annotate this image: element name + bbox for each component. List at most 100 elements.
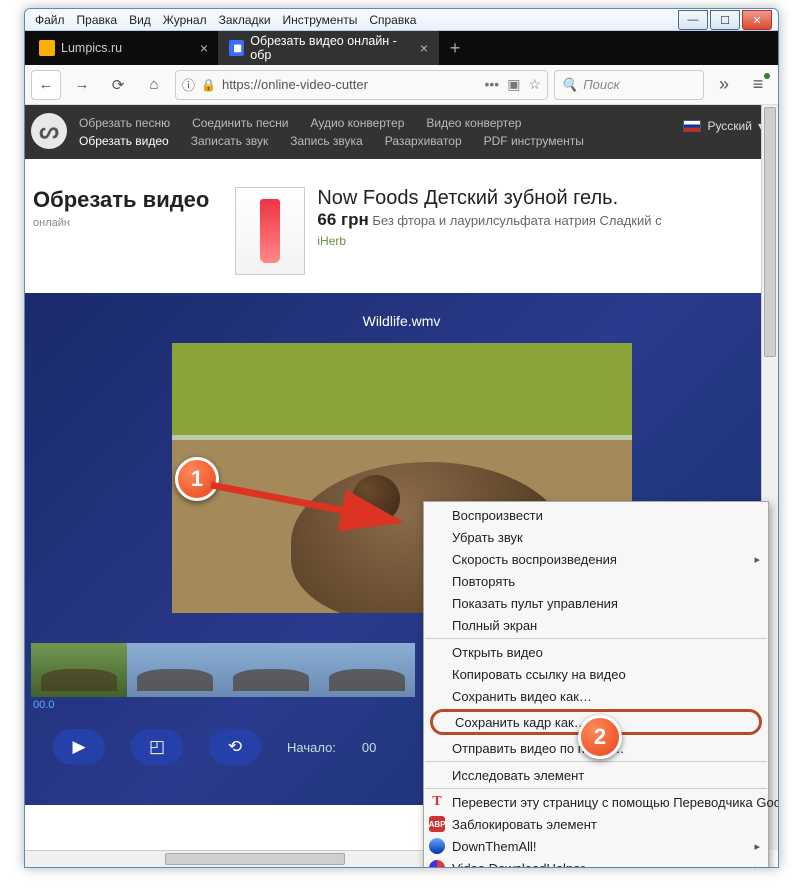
timeline-thumb[interactable] [127,643,223,697]
page-title-text: Обрезать видео [33,187,209,213]
nav-record-sound[interactable]: Записать звук [191,134,268,148]
nav-video-converter[interactable]: Видео конвертер [426,116,521,130]
ctx-separator [425,788,767,789]
video-filename: Wildlife.wmv [25,313,778,329]
ctx-downthemall[interactable]: DownThemAll! [424,835,768,857]
ad-brand: iHerb [317,234,661,248]
reload-button[interactable]: ⟳ [103,70,133,100]
ad-image [235,187,305,275]
site-info-icon[interactable]: ⓘ [182,75,195,94]
abp-icon: ABP [429,816,445,832]
tab-video-cutter[interactable]: Обрезать видео онлайн - обр × [219,31,439,65]
more-icon[interactable]: ••• [484,76,499,93]
language-label: Русский [707,119,752,133]
ad-price: 66 грн [317,210,368,229]
play-button[interactable]: ▶ [53,729,105,765]
ad-title: Now Foods Детский зубной гель. [317,187,661,210]
nav-cut-video[interactable]: Обрезать видео [79,134,169,148]
maximize-button[interactable]: ☐ [710,10,740,30]
favicon-icon [39,40,55,56]
reader-icon[interactable]: ▣ [507,76,520,93]
back-button[interactable]: ← [31,70,61,100]
forward-button[interactable]: → [67,70,97,100]
language-selector[interactable]: Русский ▾ [683,119,764,133]
toolbar: ← → ⟳ ⌂ ⓘ 🔒 https://online-video-cutter … [25,65,778,105]
viewport: ᔕ Обрезать песню Соединить песни Аудио к… [25,105,778,867]
nav-pdf-tools[interactable]: PDF инструменты [484,134,584,148]
nav-join-songs[interactable]: Соединить песни [192,116,288,130]
scroll-thumb[interactable] [165,853,345,865]
tab-strip: Lumpics.ru × Обрезать видео онлайн - обр… [25,31,778,65]
close-icon[interactable]: × [200,40,208,56]
menu-tools[interactable]: Инструменты [277,11,364,29]
minimize-button[interactable]: — [678,10,708,30]
close-icon[interactable]: × [420,40,428,56]
context-menu: Воспроизвести Убрать звук Скорость воспр… [423,501,769,867]
ctx-show-controls[interactable]: Показать пульт управления [424,592,768,614]
start-time-label: Начало: [287,740,336,755]
tab-lumpics[interactable]: Lumpics.ru × [29,31,219,65]
menu-view[interactable]: Вид [123,11,157,29]
page-header: Обрезать видео онлайн Now Foods Детский … [25,159,778,293]
nav-cut-song[interactable]: Обрезать песню [79,116,170,130]
nav-audio-converter[interactable]: Аудио конвертер [310,116,404,130]
browser-window: — ☐ ✕ Файл Правка Вид Журнал Закладки Ин… [24,8,779,868]
annotation-badge-1: 1 [175,457,219,501]
ctx-separator [425,761,767,762]
ctx-mute[interactable]: Убрать звук [424,526,768,548]
hamburger-menu-button[interactable]: ≡ [744,71,772,99]
site-nav: ᔕ Обрезать песню Соединить песни Аудио к… [25,105,778,159]
ctx-save-video-as[interactable]: Сохранить видео как… [424,685,768,707]
search-icon: 🔍 [561,77,577,93]
timeline-thumb[interactable] [223,643,319,697]
ctx-play[interactable]: Воспроизвести [424,504,768,526]
timeline-thumb[interactable] [31,643,127,697]
ctx-fullscreen[interactable]: Полный экран [424,614,768,636]
translate-icon: T [429,794,445,810]
scroll-thumb[interactable] [764,107,776,357]
ctx-copy-link[interactable]: Копировать ссылку на видео [424,663,768,685]
ctx-separator [425,638,767,639]
vdh-icon [429,860,445,867]
nav-sound-recording[interactable]: Запись звука [290,134,363,148]
menu-help[interactable]: Справка [363,11,422,29]
favicon-icon [229,40,244,56]
menu-file[interactable]: Файл [29,11,71,29]
ctx-speed[interactable]: Скорость воспроизведения [424,548,768,570]
ctx-repeat[interactable]: Повторять [424,570,768,592]
ad-banner[interactable]: Now Foods Детский зубной гель. 66 грн Бе… [235,187,661,275]
window-controls: — ☐ ✕ [678,10,772,30]
page-title: Обрезать видео онлайн [33,187,209,231]
crop-button[interactable]: ◰ [131,729,183,765]
menubar: Файл Правка Вид Журнал Закладки Инструме… [25,9,778,31]
url-actions: ••• ▣ ☆ [484,76,541,93]
flag-ru-icon [683,120,701,132]
lock-icon: 🔒 [201,78,216,92]
overflow-button[interactable]: » [710,71,738,99]
tab-label: Обрезать видео онлайн - обр [250,34,414,62]
dta-icon [429,838,445,854]
window-close-button[interactable]: ✕ [742,10,772,30]
start-time-value: 00 [362,740,376,755]
page-subtitle: онлайн [33,217,70,229]
ctx-vdh[interactable]: Video DownloadHelper [424,857,768,867]
ad-description: Без фтора и лаурилсульфата натрия Сладки… [372,213,661,228]
menu-edit[interactable]: Правка [71,11,124,29]
site-logo-icon[interactable]: ᔕ [31,113,67,149]
new-tab-button[interactable]: + [439,31,471,65]
ctx-block-element[interactable]: ABPЗаблокировать элемент [424,813,768,835]
bookmark-star-icon[interactable]: ☆ [528,76,541,93]
ctx-translate[interactable]: TПеревести эту страницу с помощью Перево… [424,791,768,813]
ctx-inspect[interactable]: Исследовать элемент [424,764,768,786]
timeline-thumb[interactable] [319,643,415,697]
menu-history[interactable]: Журнал [157,11,213,29]
annotation-badge-2: 2 [578,715,622,759]
search-box[interactable]: 🔍 Поиск [554,70,704,100]
ctx-open-video[interactable]: Открыть видео [424,641,768,663]
nav-unarchiver[interactable]: Разархиватор [385,134,462,148]
rotate-button[interactable]: ⟲ [209,729,261,765]
home-button[interactable]: ⌂ [139,70,169,100]
url-bar[interactable]: ⓘ 🔒 https://online-video-cutter ••• ▣ ☆ [175,70,548,100]
menu-bookmarks[interactable]: Закладки [213,11,277,29]
search-placeholder: Поиск [583,77,620,92]
